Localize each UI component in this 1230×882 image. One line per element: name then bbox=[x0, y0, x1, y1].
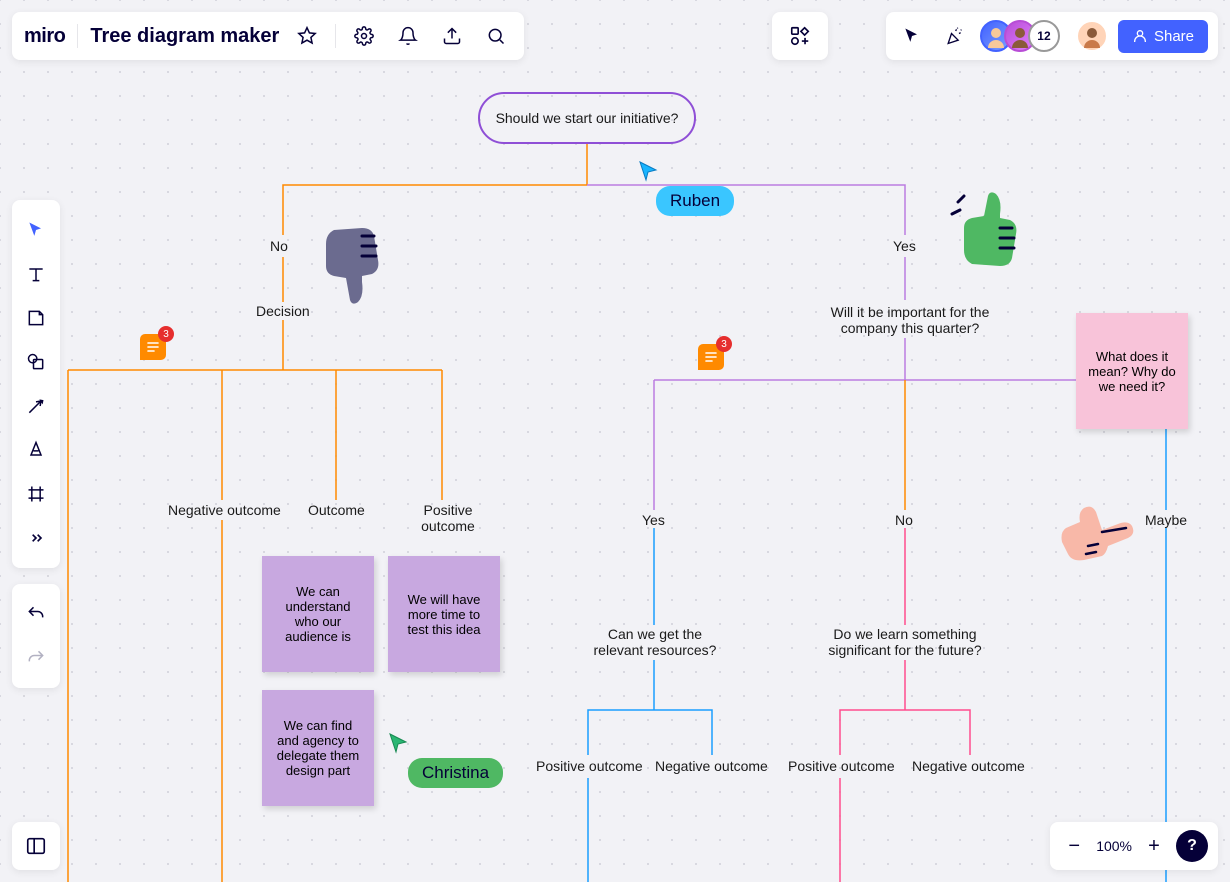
search-icon[interactable] bbox=[480, 20, 512, 52]
zoom-out-button[interactable]: − bbox=[1060, 832, 1088, 860]
node-important[interactable]: Will it be important for the company thi… bbox=[810, 304, 1010, 336]
text-tool[interactable] bbox=[16, 254, 56, 294]
root-node[interactable]: Should we start our initiative? bbox=[478, 92, 696, 144]
separator bbox=[77, 24, 78, 48]
root-text: Should we start our initiative? bbox=[496, 110, 679, 126]
node-neg2[interactable]: Negative outcome bbox=[655, 758, 768, 774]
undo-button[interactable] bbox=[16, 594, 56, 634]
apps-button[interactable] bbox=[772, 12, 828, 60]
zoom-panel: − 100% + ? bbox=[1050, 822, 1218, 870]
node-no2[interactable]: No bbox=[895, 512, 913, 528]
comment-badge[interactable]: 3 bbox=[698, 344, 724, 370]
christina-cursor bbox=[388, 732, 410, 759]
node-maybe[interactable]: Maybe bbox=[1145, 512, 1187, 528]
left-toolbar bbox=[12, 200, 60, 568]
shape-tool[interactable] bbox=[16, 342, 56, 382]
node-learn[interactable]: Do we learn something significant for th… bbox=[825, 626, 985, 658]
confetti-icon[interactable] bbox=[938, 20, 970, 52]
node-yes[interactable]: Yes bbox=[893, 238, 916, 254]
node-decision[interactable]: Decision bbox=[256, 303, 310, 319]
undo-redo-panel bbox=[12, 584, 60, 688]
node-neg3[interactable]: Negative outcome bbox=[912, 758, 1025, 774]
share-button[interactable]: Share bbox=[1118, 20, 1208, 53]
select-tool[interactable] bbox=[16, 210, 56, 250]
separator bbox=[335, 24, 336, 48]
comment-badge[interactable]: 3 bbox=[140, 334, 166, 360]
node-pos-outcome[interactable]: Positive outcome bbox=[418, 502, 478, 534]
sticky-audience[interactable]: We can understand who our audience is bbox=[262, 556, 374, 672]
sticky-time[interactable]: We will have more time to test this idea bbox=[388, 556, 500, 672]
node-resources[interactable]: Can we get the relevant resources? bbox=[590, 626, 720, 658]
sticky-text: We can find and agency to delegate them … bbox=[272, 718, 364, 778]
node-yes2[interactable]: Yes bbox=[642, 512, 665, 528]
redo-button[interactable] bbox=[16, 638, 56, 678]
arrow-tool[interactable] bbox=[16, 386, 56, 426]
sticky-meaning[interactable]: What does it mean? Why do we need it? bbox=[1076, 313, 1188, 429]
sticky-tool[interactable] bbox=[16, 298, 56, 338]
node-outcome[interactable]: Outcome bbox=[308, 502, 365, 518]
sticky-text: We will have more time to test this idea bbox=[398, 592, 490, 637]
sticky-text: We can understand who our audience is bbox=[272, 584, 364, 644]
pointing-hand-reaction[interactable] bbox=[1058, 498, 1136, 571]
header-left: miro Tree diagram maker bbox=[12, 12, 524, 60]
cursor-icon[interactable] bbox=[896, 20, 928, 52]
christina-tag: Christina bbox=[408, 758, 503, 788]
more-tools[interactable] bbox=[16, 518, 56, 558]
user-avatar[interactable] bbox=[1076, 20, 1108, 52]
node-neg-outcome[interactable]: Negative outcome bbox=[168, 502, 281, 518]
frame-tool[interactable] bbox=[16, 474, 56, 514]
thumbs-up-reaction[interactable] bbox=[950, 192, 1020, 277]
avatar-count[interactable]: 12 bbox=[1028, 20, 1060, 52]
bell-icon[interactable] bbox=[392, 20, 424, 52]
help-button[interactable]: ? bbox=[1176, 830, 1208, 862]
avatars[interactable]: 12 bbox=[980, 20, 1060, 52]
zoom-level[interactable]: 100% bbox=[1096, 838, 1132, 854]
panel-toggle[interactable] bbox=[12, 822, 60, 870]
pen-tool[interactable] bbox=[16, 430, 56, 470]
thumbs-down-reaction[interactable] bbox=[316, 222, 386, 313]
ruben-tag: Ruben bbox=[656, 186, 734, 216]
sticky-text: What does it mean? Why do we need it? bbox=[1086, 349, 1178, 394]
node-pos2[interactable]: Positive outcome bbox=[536, 758, 643, 774]
zoom-in-button[interactable]: + bbox=[1140, 832, 1168, 860]
node-no[interactable]: No bbox=[270, 238, 288, 254]
share-label: Share bbox=[1154, 28, 1194, 45]
logo[interactable]: miro bbox=[24, 25, 65, 48]
board-title[interactable]: Tree diagram maker bbox=[90, 25, 279, 48]
node-pos3[interactable]: Positive outcome bbox=[788, 758, 895, 774]
star-icon[interactable] bbox=[291, 20, 323, 52]
comment-count: 3 bbox=[158, 326, 174, 342]
comment-count: 3 bbox=[716, 336, 732, 352]
settings-icon[interactable] bbox=[348, 20, 380, 52]
upload-icon[interactable] bbox=[436, 20, 468, 52]
ruben-cursor bbox=[638, 160, 660, 187]
header-right: 12 Share bbox=[886, 12, 1218, 60]
sticky-agency[interactable]: We can find and agency to delegate them … bbox=[262, 690, 374, 806]
